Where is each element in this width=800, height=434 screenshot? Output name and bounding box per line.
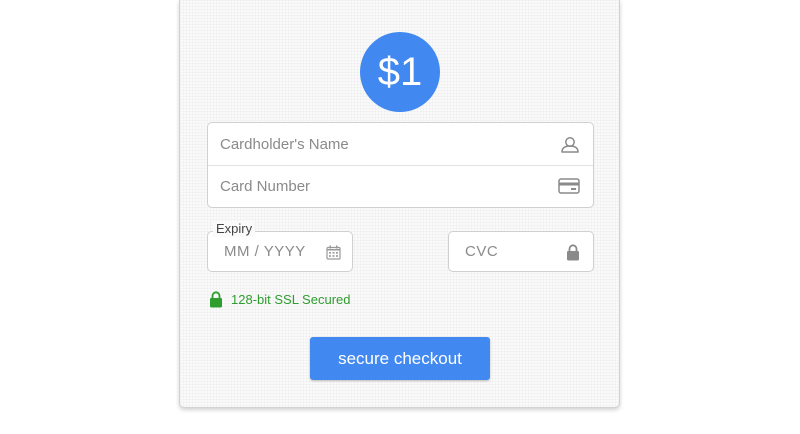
amount-badge: $1 (360, 32, 440, 112)
expiry-field (207, 231, 353, 272)
checkout-card: $1 Cardholder's Name Card Number MM / YY… (179, 0, 620, 408)
cardholder-name-input[interactable] (208, 123, 593, 165)
secure-checkout-button[interactable]: secure checkout (310, 337, 490, 380)
card-number-input[interactable] (208, 165, 593, 207)
expiry-label: Expiry (213, 221, 256, 237)
amount-value: $1 (377, 50, 423, 94)
ssl-lock-icon (210, 291, 222, 308)
cvc-field (448, 231, 594, 272)
lock-icon (567, 244, 579, 261)
calendar-icon (326, 245, 341, 260)
cardholder-name-row (208, 123, 593, 166)
ssl-text: 128-bit SSL Secured (231, 292, 351, 307)
user-icon (561, 137, 579, 153)
card-details-group (207, 122, 594, 208)
card-number-row (208, 165, 593, 207)
credit-card-icon (558, 178, 580, 194)
